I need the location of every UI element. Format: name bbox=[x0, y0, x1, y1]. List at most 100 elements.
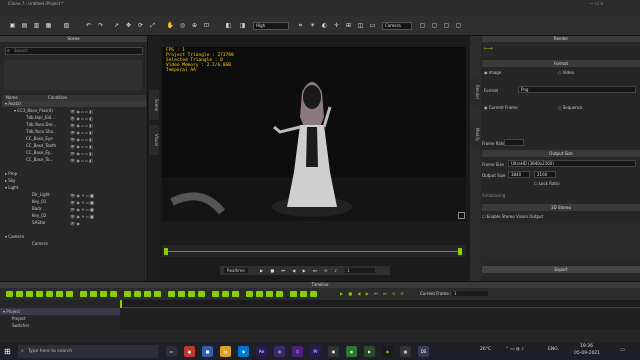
tl-tool-2-icon[interactable] bbox=[16, 291, 23, 297]
tl-tool-25-icon[interactable] bbox=[266, 291, 273, 297]
app-8-icon[interactable]: ▶ bbox=[364, 346, 375, 357]
camera-select[interactable]: Camera bbox=[382, 22, 412, 30]
save-icon[interactable]: ▥ bbox=[32, 21, 41, 30]
tl-tool-11-icon[interactable] bbox=[110, 291, 117, 297]
tl-tool-8-icon[interactable] bbox=[80, 291, 87, 297]
fit-icon[interactable]: ⊡ bbox=[202, 21, 211, 30]
timeline-start-marker[interactable] bbox=[164, 248, 168, 255]
premiere-icon[interactable]: Pr bbox=[310, 346, 321, 357]
task-view-icon[interactable]: ▭ bbox=[166, 346, 177, 357]
wire-icon[interactable]: ⊞ bbox=[344, 21, 353, 30]
gizmo-icon[interactable]: ✛ bbox=[332, 21, 341, 30]
cam-4-icon[interactable]: ▢ bbox=[454, 21, 463, 30]
search-input[interactable]: Search bbox=[5, 47, 143, 55]
playhead[interactable] bbox=[120, 300, 122, 308]
app-9-icon[interactable]: ◆ bbox=[382, 346, 393, 357]
tl-tool-28-icon[interactable] bbox=[300, 291, 307, 297]
app-5-icon[interactable]: ⬡ bbox=[292, 346, 303, 357]
tl-tool-23-icon[interactable] bbox=[246, 291, 253, 297]
select-icon[interactable]: ➚ bbox=[112, 21, 121, 30]
track-project-group[interactable]: ▾ Project bbox=[0, 308, 120, 315]
tab-modify[interactable]: Modify bbox=[470, 121, 480, 149]
scale-icon[interactable]: ⤢ bbox=[148, 21, 157, 30]
app-4-icon[interactable]: ◎ bbox=[274, 346, 285, 357]
app-3-icon[interactable]: ◆ bbox=[238, 346, 249, 357]
tl-tool-26-icon[interactable] bbox=[276, 291, 283, 297]
tl-tool-19-icon[interactable] bbox=[198, 291, 205, 297]
tl-tool-16-icon[interactable] bbox=[168, 291, 175, 297]
camera-zoom-icon[interactable]: ⊕ bbox=[190, 21, 199, 30]
window-controls[interactable]: — ☐ ✕ bbox=[590, 1, 603, 6]
windows-start-icon[interactable]: ⊞ bbox=[4, 346, 11, 357]
tl-tool-3-icon[interactable] bbox=[26, 291, 33, 297]
viewport-timeline[interactable] bbox=[162, 245, 466, 257]
render-preview-icon[interactable]: ◧ bbox=[224, 21, 233, 30]
open-icon[interactable]: ▤ bbox=[20, 21, 29, 30]
timeline-end-marker[interactable] bbox=[458, 248, 462, 255]
tl-transport-icons[interactable]: ▶ ■ ◀ ▶ ⏮ ⏭ ⟲ ⟳ bbox=[340, 291, 406, 296]
tl-tool-29-icon[interactable] bbox=[310, 291, 317, 297]
new-icon[interactable]: ▣ bbox=[8, 21, 17, 30]
realtime-select[interactable]: Realtime bbox=[224, 268, 248, 273]
clock-time[interactable]: 19:36 bbox=[580, 344, 593, 349]
tl-tool-21-icon[interactable] bbox=[222, 291, 229, 297]
tree-row-avatar[interactable]: ▾ Avatar bbox=[2, 101, 146, 108]
display-mode-icon[interactable]: ◨ bbox=[238, 21, 247, 30]
notification-icon[interactable]: ▭ bbox=[620, 347, 625, 353]
tab-render[interactable]: Render bbox=[470, 78, 480, 106]
app-6-icon[interactable]: ▣ bbox=[328, 346, 339, 357]
tl-tool-14-icon[interactable] bbox=[144, 291, 151, 297]
tl-tool-9-icon[interactable] bbox=[90, 291, 97, 297]
transport-icons[interactable]: ▶ ■ ⏮ ◀ ▶ ⏭ ⟲ ♪ bbox=[260, 268, 340, 273]
redo-icon[interactable]: ↷ bbox=[96, 21, 105, 30]
tl-tool-17-icon[interactable] bbox=[178, 291, 185, 297]
tl-tool-24-icon[interactable] bbox=[256, 291, 263, 297]
tray-icons[interactable]: ⌃ ▭ ◍ ♪ bbox=[505, 347, 524, 352]
iclone-icon[interactable]: ▦ bbox=[400, 346, 411, 357]
tl-tool-10-icon[interactable] bbox=[100, 291, 107, 297]
clock-date[interactable]: 05-09-2021 bbox=[574, 351, 600, 356]
file-explorer-icon[interactable]: ▤ bbox=[220, 346, 231, 357]
image-radio[interactable]: ◉ Image bbox=[484, 70, 501, 75]
tab-scene[interactable]: Scene bbox=[149, 90, 159, 120]
import-icon[interactable]: ▦ bbox=[44, 21, 53, 30]
tl-tool-27-icon[interactable] bbox=[290, 291, 297, 297]
camera-pan-icon[interactable]: ✋ bbox=[166, 21, 175, 30]
width-field[interactable]: 3840 bbox=[508, 171, 530, 178]
app-ds-icon[interactable]: DS bbox=[418, 346, 429, 357]
enable-stereo-checkbox[interactable]: ☐ Enable Stereo Vision Output bbox=[482, 214, 543, 219]
light-icon[interactable]: ☀ bbox=[308, 21, 317, 30]
lock-ratio-checkbox[interactable]: ☐ Lock Ratio bbox=[534, 181, 560, 186]
tl-tool-13-icon[interactable] bbox=[134, 291, 141, 297]
undo-icon[interactable]: ↶ bbox=[84, 21, 93, 30]
tl-tool-4-icon[interactable] bbox=[36, 291, 43, 297]
move-icon[interactable]: ✥ bbox=[124, 21, 133, 30]
rotate-icon[interactable]: ⟳ bbox=[136, 21, 145, 30]
tl-tool-18-icon[interactable] bbox=[188, 291, 195, 297]
viewport-3d[interactable]: FPS : 1 Project Triangle : 273780 Select… bbox=[162, 47, 466, 221]
export-button[interactable]: Export bbox=[482, 266, 640, 273]
export-icon[interactable]: ▧ bbox=[62, 21, 71, 30]
tab-visual[interactable]: Visual bbox=[149, 125, 159, 155]
app-2-icon[interactable]: ■ bbox=[202, 346, 213, 357]
light-icons[interactable]: 👁 ◉ ☀ ▫ ■ 👁 ◉ ☀ ▫ ■ 👁 ◉ ☀ ▫ ■ 👁 ◉ ☀ ▫ ■ 👁 ◉ bbox=[70, 192, 140, 227]
view-icon[interactable]: ◫ bbox=[356, 21, 365, 30]
tree-row-camera[interactable]: Camera bbox=[2, 241, 146, 247]
camera-orbit-icon[interactable]: ◎ bbox=[178, 21, 187, 30]
track-project[interactable]: Project bbox=[0, 315, 120, 322]
viewport-corner-icon[interactable] bbox=[458, 212, 465, 219]
cam-3-icon[interactable]: ▢ bbox=[442, 21, 451, 30]
track-area[interactable] bbox=[120, 308, 640, 329]
tree-row-camera-group[interactable]: ▾ Camera bbox=[2, 234, 146, 240]
language-indicator[interactable]: ENG bbox=[548, 347, 558, 352]
current-frame-radio[interactable]: ◉ Current Frame bbox=[484, 105, 518, 110]
tl-tool-15-icon[interactable] bbox=[154, 291, 161, 297]
grid-icon[interactable]: ⌗ bbox=[296, 21, 305, 30]
quality-select[interactable]: High bbox=[253, 22, 289, 30]
tl-tool-7-icon[interactable] bbox=[66, 291, 73, 297]
frame-field[interactable]: 1 bbox=[345, 268, 375, 273]
cam-1-icon[interactable]: ▢ bbox=[418, 21, 427, 30]
track-switcher[interactable]: Switcher bbox=[0, 322, 120, 329]
taskbar-search[interactable]: Type here to search bbox=[18, 345, 158, 358]
app-1-icon[interactable]: ● bbox=[184, 346, 195, 357]
